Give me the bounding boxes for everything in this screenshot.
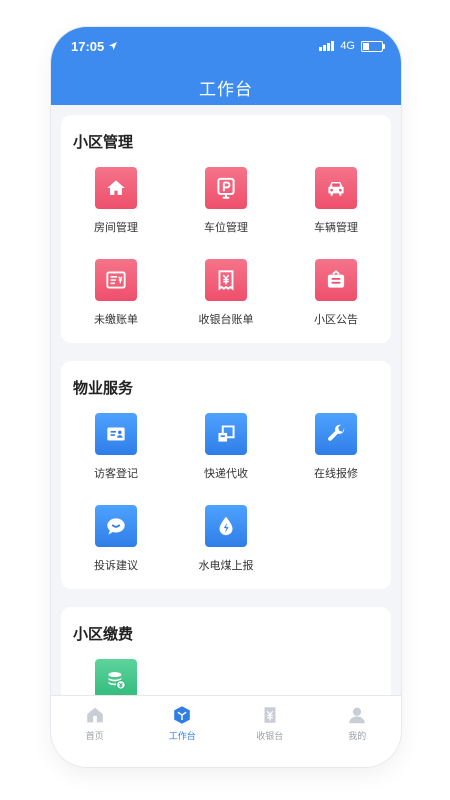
tab-label: 收银台 (256, 732, 284, 742)
section-grid: 访客登记 快递代收 在线报修 投诉建议 水电煤上报 (61, 413, 391, 597)
menu-item-label: 未缴账单 (94, 313, 138, 326)
coins-icon (95, 659, 137, 695)
car-icon (315, 167, 357, 209)
page-title: 工作台 (199, 80, 253, 100)
menu-item-label: 在线报修 (314, 467, 358, 480)
section-title: 小区缴费 (73, 625, 134, 643)
unpaid-bill-icon (95, 259, 137, 301)
section-grid: 房间管理 车位管理 车辆管理 未缴账单 收银台账单 小区公告 (61, 167, 391, 351)
menu-item-label: 小区公告 (314, 313, 358, 326)
tab-label: 工作台 (168, 732, 196, 742)
menu-item-unpaid-bills[interactable]: 未缴账单 (61, 259, 171, 351)
menu-item-label: 快递代收 (204, 467, 248, 480)
battery-icon (361, 40, 385, 52)
utility-drop-icon (205, 505, 247, 547)
status-right: 4G (319, 40, 385, 52)
section-card-community-payment: 小区缴费 (61, 607, 391, 695)
receipt-icon (205, 259, 247, 301)
content-scroll-area[interactable]: 小区管理 房间管理 车位管理 车辆管理 未缴账单 收银台账单 小区公告 物业服务… (51, 105, 401, 695)
notice-board-icon (315, 259, 357, 301)
visitor-card-icon (95, 413, 137, 455)
section-title: 物业服务 (73, 379, 134, 397)
menu-item-label: 车位管理 (204, 221, 248, 234)
menu-item-label: 车辆管理 (314, 221, 358, 234)
menu-item-label: 水电煤上报 (198, 559, 254, 572)
section-card-property-services: 物业服务 访客登记 快递代收 在线报修 投诉建议 水电煤上报 (61, 361, 391, 589)
tab-label: 首页 (85, 732, 104, 742)
status-time-group: 17:05 (71, 39, 118, 54)
tab-workbench[interactable]: 工作台 (139, 696, 227, 767)
tab-home[interactable]: 首页 (51, 696, 139, 767)
wrench-icon (315, 413, 357, 455)
chat-bubble-icon (95, 505, 137, 547)
tab-cashier[interactable]: 收银台 (226, 696, 314, 767)
menu-item-complaints-suggestions[interactable]: 投诉建议 (61, 505, 171, 597)
home-icon (95, 167, 137, 209)
menu-item-cashier-bills[interactable]: 收银台账单 (171, 259, 281, 351)
phone-screen: 17:05 4G 工作台 小区管理 房间管理 车位管理 车辆管理 未缴账单 收银… (51, 27, 401, 767)
menu-item-label: 投诉建议 (94, 559, 138, 572)
menu-item-community-notice[interactable]: 小区公告 (281, 259, 391, 351)
profile-icon (349, 707, 366, 724)
status-bar: 17:05 4G (71, 37, 385, 55)
package-icon (205, 413, 247, 455)
menu-item-parking-management[interactable]: 车位管理 (171, 167, 281, 259)
menu-item-vehicle-management[interactable]: 车辆管理 (281, 167, 391, 259)
app-header: 17:05 4G 工作台 (51, 27, 401, 105)
menu-item-online-repair[interactable]: 在线报修 (281, 413, 391, 505)
bottom-tab-bar: 首页 工作台 收银台 我的 (51, 695, 401, 767)
menu-item-label: 访客登记 (94, 467, 138, 480)
section-title: 小区管理 (73, 133, 134, 151)
network-type: 4G (340, 40, 355, 52)
workbench-cube-icon (174, 706, 191, 724)
menu-item-visitor-registration[interactable]: 访客登记 (61, 413, 171, 505)
status-time: 17:05 (71, 38, 105, 54)
tab-profile[interactable]: 我的 (314, 696, 402, 767)
menu-item-label: 房间管理 (94, 221, 138, 234)
cashier-icon (264, 707, 276, 723)
menu-item-room-management[interactable]: 房间管理 (61, 167, 171, 259)
location-arrow-icon (109, 42, 118, 50)
menu-item-utility-report[interactable]: 水电煤上报 (171, 505, 281, 597)
section-card-community-management: 小区管理 房间管理 车位管理 车辆管理 未缴账单 收银台账单 小区公告 (61, 115, 391, 343)
menu-item-parcel-collection[interactable]: 快递代收 (171, 413, 281, 505)
tab-label: 我的 (348, 732, 367, 742)
section-grid (61, 659, 391, 695)
home-tab-icon (86, 707, 103, 723)
menu-item-label: 收银台账单 (198, 313, 254, 326)
menu-item-payment[interactable] (61, 659, 171, 695)
parking-icon (205, 167, 247, 209)
signal-icon (319, 41, 335, 51)
